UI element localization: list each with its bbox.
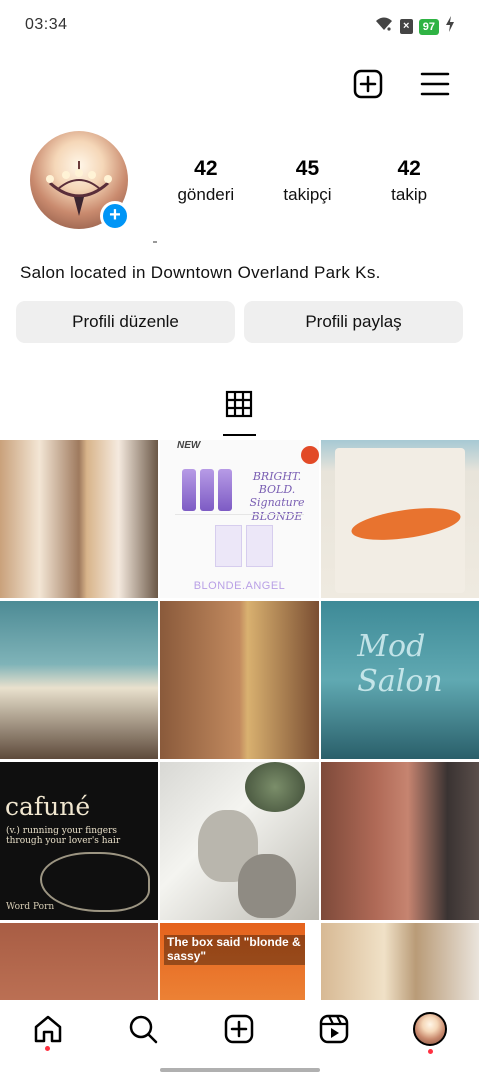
create-icon [224, 1014, 254, 1044]
create-post-icon[interactable] [352, 68, 384, 100]
salon-logo: Mod Salon [357, 629, 443, 699]
post-tile[interactable] [321, 762, 479, 920]
post-tile[interactable] [0, 923, 158, 1000]
stat-posts-count: 42 [194, 157, 218, 180]
bio-divider [153, 241, 157, 243]
post-tile[interactable] [160, 601, 319, 759]
search-icon [129, 1015, 158, 1044]
post-footer: Word Porn [6, 902, 55, 912]
battery-icon: 97 [418, 18, 439, 35]
tab-active-indicator [223, 434, 256, 436]
brand-name: BLONDE.ANGEL [193, 580, 286, 592]
post-tile[interactable] [0, 440, 158, 598]
product-bottle [200, 469, 214, 511]
cactus [245, 762, 305, 812]
home-indicator[interactable] [160, 1068, 320, 1072]
post-tile[interactable]: cafuné (v.) running your fingers through… [0, 762, 158, 920]
stat-followers-count: 45 [295, 157, 320, 180]
stat-posts[interactable]: 42 gönderi [156, 157, 256, 205]
stat-following[interactable]: 42 takip [359, 157, 459, 205]
wifi-icon [374, 16, 394, 37]
post-word: cafuné [5, 792, 91, 821]
share-profile-button[interactable]: Profili paylaş [244, 301, 463, 343]
product-box [246, 525, 273, 567]
nav-reels[interactable] [317, 1012, 351, 1046]
post-tile[interactable] [160, 762, 319, 920]
hair-illustration [40, 852, 150, 912]
product-bottle [182, 469, 196, 511]
divider [175, 514, 304, 515]
profile-avatar-wrap[interactable]: + [30, 131, 130, 231]
nav-create[interactable] [222, 1012, 256, 1046]
post-tile[interactable]: NEW BRIGHT. BOLD. Signature BLONDE BLOND… [160, 440, 319, 598]
grid-icon [225, 390, 253, 418]
product-bottle [218, 469, 232, 511]
stat-posts-label: gönderi [177, 185, 235, 204]
post-tile[interactable] [321, 440, 479, 598]
notification-dot [428, 1049, 433, 1054]
stat-followers-label: takipçi [283, 185, 332, 204]
header-actions [352, 68, 451, 100]
profile-stats: 42 gönderi 45 takipçi 42 takip [155, 157, 460, 205]
menu-icon[interactable] [419, 68, 451, 100]
nav-home[interactable] [31, 1012, 65, 1051]
status-icons: × 97 [374, 16, 455, 37]
profile-avatar-small[interactable] [413, 1012, 447, 1046]
post-grid: NEW BRIGHT. BOLD. Signature BLONDE BLOND… [0, 440, 479, 1000]
post-tile[interactable]: Mod Salon [321, 601, 479, 759]
new-label: NEW [177, 440, 201, 451]
side-strip [305, 923, 319, 1000]
status-time: 03:34 [25, 16, 68, 33]
post-tile[interactable]: The box said "blonde & sassy" [160, 923, 319, 1000]
reels-icon [319, 1014, 349, 1044]
tab-grid[interactable] [222, 390, 256, 420]
product-box [215, 525, 242, 567]
no-sim-icon: × [399, 19, 413, 34]
stat-following-count: 42 [397, 157, 421, 180]
profile-actions: Profili düzenle Profili paylaş [16, 301, 463, 343]
post-caption: The box said "blonde & sassy" [164, 935, 319, 965]
edit-profile-button[interactable]: Profili düzenle [16, 301, 235, 343]
home-icon [34, 1015, 62, 1043]
profile-bio: Salon located in Downtown Overland Park … [20, 263, 381, 282]
charging-icon [445, 16, 455, 37]
sketch-face [238, 854, 296, 918]
status-bar: 03:34 × 97 [0, 0, 479, 50]
notification-dot [45, 1046, 50, 1051]
stat-following-label: takip [391, 185, 428, 204]
post-tile[interactable] [0, 601, 158, 759]
nav-search[interactable] [126, 1012, 160, 1046]
stat-followers[interactable]: 45 takipçi [257, 157, 357, 205]
post-definition: (v.) running your fingers through your l… [6, 826, 121, 847]
nav-profile[interactable] [413, 1012, 447, 1054]
post-tile[interactable] [321, 923, 479, 1000]
brand-badge [301, 446, 319, 464]
add-story-button[interactable]: + [100, 201, 130, 231]
